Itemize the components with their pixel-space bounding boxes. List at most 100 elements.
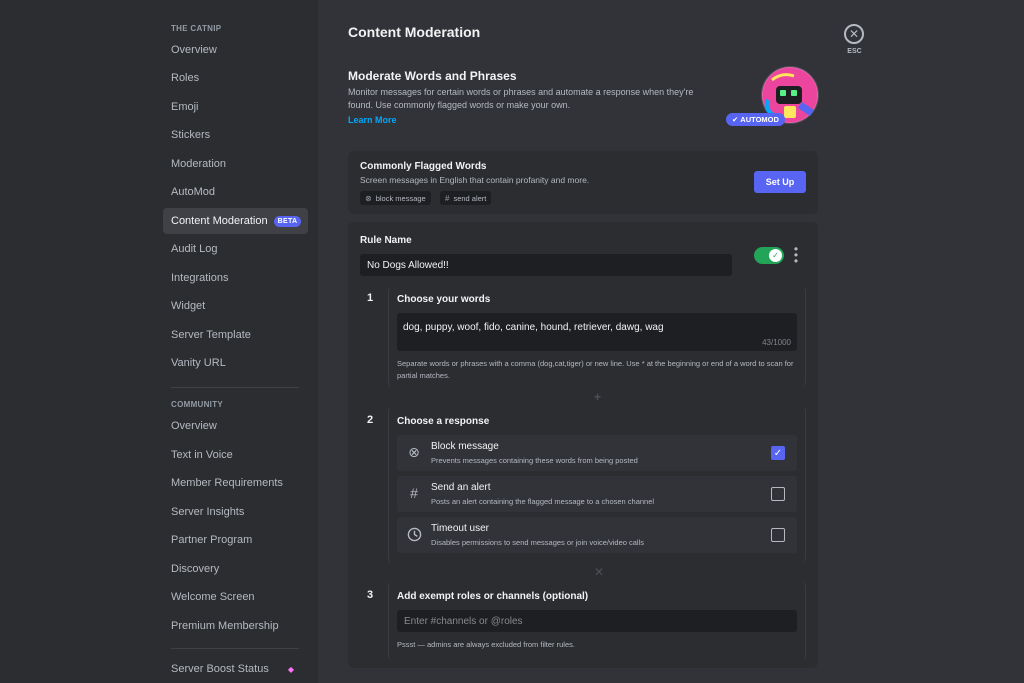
- close-icon[interactable]: ✕: [844, 24, 864, 44]
- hash-icon: #: [445, 193, 450, 203]
- x-connector-icon: ✕: [594, 565, 605, 579]
- step-choose-response: Choose a response ⊗ Block message Preven…: [388, 407, 806, 563]
- clock-icon: [406, 526, 422, 542]
- sidebar-item-overview[interactable]: Overview: [163, 37, 308, 63]
- sidebar-item-server-boost-status[interactable]: Server Boost Status ◆: [163, 656, 308, 682]
- section-description: Monitor messages for certain words or ph…: [348, 87, 694, 110]
- chip-send-alert: # send alert: [440, 191, 492, 205]
- check-icon: ✔: [732, 115, 739, 124]
- exempt-input[interactable]: [397, 610, 797, 632]
- sidebar-item-label: Roles: [171, 72, 200, 84]
- response-block-message[interactable]: ⊗ Block message Prevents messages contai…: [397, 435, 797, 471]
- sidebar-header-server: THE CATNIP: [171, 24, 222, 33]
- sidebar-item-widget[interactable]: Widget: [163, 293, 308, 319]
- sidebar-item-roles[interactable]: Roles: [163, 65, 308, 91]
- sidebar-item-label: Discovery: [171, 563, 220, 575]
- set-up-button[interactable]: Set Up: [754, 171, 806, 193]
- step-number: 2: [366, 414, 374, 426]
- response-title: Block message: [431, 441, 499, 452]
- chip-block-message: ⊗ block message: [360, 191, 431, 205]
- keyword-help-text: Separate words or phrases with a comma (…: [397, 359, 794, 380]
- sidebar-item-emoji[interactable]: Emoji: [163, 94, 308, 120]
- step-number: 3: [366, 589, 374, 601]
- learn-more-link[interactable]: Learn More: [348, 115, 397, 125]
- sidebar-divider: [171, 387, 299, 388]
- block-icon: ⊗: [365, 193, 372, 203]
- response-description: Posts an alert containing the flagged me…: [431, 497, 655, 506]
- step-title: Choose a response: [397, 416, 490, 427]
- sidebar-item-label: Welcome Screen: [171, 591, 255, 603]
- keyword-textarea[interactable]: dog, puppy, woof, fido, canine, hound, r…: [397, 313, 797, 351]
- sidebar-item-content-moderation[interactable]: Content Moderation BETA: [163, 208, 308, 234]
- check-icon: ✓: [769, 249, 782, 262]
- page-title: Content Moderation: [348, 24, 481, 40]
- response-timeout-user[interactable]: Timeout user Disables permissions to sen…: [397, 517, 797, 553]
- keyword-text: dog, puppy, woof, fido, canine, hound, r…: [403, 322, 664, 333]
- response-description: Prevents messages containing these words…: [431, 456, 638, 465]
- sidebar-item-label: Overview: [171, 44, 217, 56]
- exempt-help-text: Pssst — admins are always excluded from …: [397, 640, 575, 649]
- sidebar-item-label: Vanity URL: [171, 357, 226, 369]
- sidebar-item-server-insights[interactable]: Server Insights: [163, 499, 308, 525]
- hash-icon: #: [410, 485, 418, 501]
- rule-enabled-toggle[interactable]: ✓: [754, 247, 784, 264]
- sidebar-item-member-requirements[interactable]: Member Requirements: [163, 470, 308, 496]
- sidebar-item-label: Moderation: [171, 158, 227, 170]
- sidebar-item-community-overview[interactable]: Overview: [163, 413, 308, 439]
- close-settings[interactable]: ✕ ESC: [844, 24, 865, 55]
- boost-gem-icon: ◆: [287, 664, 294, 674]
- send-alert-checkbox[interactable]: [771, 487, 785, 501]
- sidebar-item-discovery[interactable]: Discovery: [163, 556, 308, 582]
- sidebar-item-stickers[interactable]: Stickers: [163, 122, 308, 148]
- card-description: Screen messages in English that contain …: [360, 175, 590, 185]
- step-exempt-roles: Add exempt roles or channels (optional) …: [388, 582, 806, 660]
- sidebar-item-label: Member Requirements: [171, 477, 283, 489]
- chip-label: block message: [375, 193, 426, 203]
- character-count: 43/1000: [762, 338, 791, 347]
- sidebar-item-automod[interactable]: AutoMod: [163, 179, 308, 205]
- response-title: Send an alert: [431, 482, 491, 493]
- sidebar-item-partner-program[interactable]: Partner Program: [163, 527, 308, 553]
- sidebar-divider: [171, 648, 299, 649]
- sidebar-item-label: Content Moderation: [171, 215, 268, 227]
- sidebar-item-label: Partner Program: [171, 534, 253, 546]
- plus-connector-icon: +: [594, 390, 602, 404]
- sidebar-item-label: Server Boost Status: [171, 663, 269, 675]
- sidebar-item-welcome-screen[interactable]: Welcome Screen: [163, 584, 308, 610]
- more-options-icon[interactable]: • • •: [792, 243, 800, 267]
- sidebar-item-premium-membership[interactable]: Premium Membership: [163, 613, 308, 639]
- sidebar-item-audit-log[interactable]: Audit Log: [163, 236, 308, 262]
- timeout-user-checkbox[interactable]: [771, 528, 785, 542]
- sidebar-header-community: COMMUNITY: [171, 400, 224, 409]
- beta-badge: BETA: [273, 215, 302, 227]
- section-title: Moderate Words and Phrases: [348, 69, 517, 83]
- sidebar-item-vanity-url[interactable]: Vanity URL: [163, 350, 308, 376]
- rule-name-label: Rule Name: [360, 235, 412, 246]
- response-send-alert[interactable]: # Send an alert Posts an alert containin…: [397, 476, 797, 512]
- card-title: Commonly Flagged Words: [360, 161, 487, 172]
- sidebar-item-label: Widget: [171, 300, 206, 312]
- chip-label: send alert: [453, 193, 487, 203]
- sidebar-item-moderation[interactable]: Moderation: [163, 151, 308, 177]
- sidebar-item-label: Premium Membership: [171, 620, 279, 632]
- sidebar-item-label: Integrations: [171, 272, 229, 284]
- sidebar-item-server-template[interactable]: Server Template: [163, 322, 308, 348]
- commonly-flagged-words-card: Commonly Flagged Words Screen messages i…: [348, 151, 818, 214]
- sidebar-item-text-in-voice[interactable]: Text in Voice: [163, 442, 308, 468]
- block-message-checkbox[interactable]: ✓: [771, 446, 785, 460]
- step-title: Choose your words: [397, 294, 491, 305]
- rule-card: Rule Name ✓ ••• 1 Choose your words dog,…: [348, 222, 818, 668]
- sidebar-item-label: AutoMod: [171, 186, 216, 198]
- response-title: Timeout user: [431, 523, 489, 534]
- sidebar-item-label: Emoji: [171, 101, 199, 113]
- response-description: Disables permissions to send messages or…: [431, 538, 645, 547]
- automod-badge-label: AUTOMOD: [740, 115, 779, 124]
- step-title: Add exempt roles or channels (optional): [397, 591, 589, 602]
- step-choose-words: Choose your words dog, puppy, woof, fido…: [388, 287, 806, 387]
- sidebar-item-integrations[interactable]: Integrations: [163, 265, 308, 291]
- automod-badge: ✔ AUTOMOD: [726, 113, 785, 126]
- sidebar-item-label: Audit Log: [171, 243, 218, 255]
- rule-name-input[interactable]: [360, 254, 732, 276]
- sidebar-item-label: Text in Voice: [171, 449, 233, 461]
- sidebar-item-label: Server Insights: [171, 506, 245, 518]
